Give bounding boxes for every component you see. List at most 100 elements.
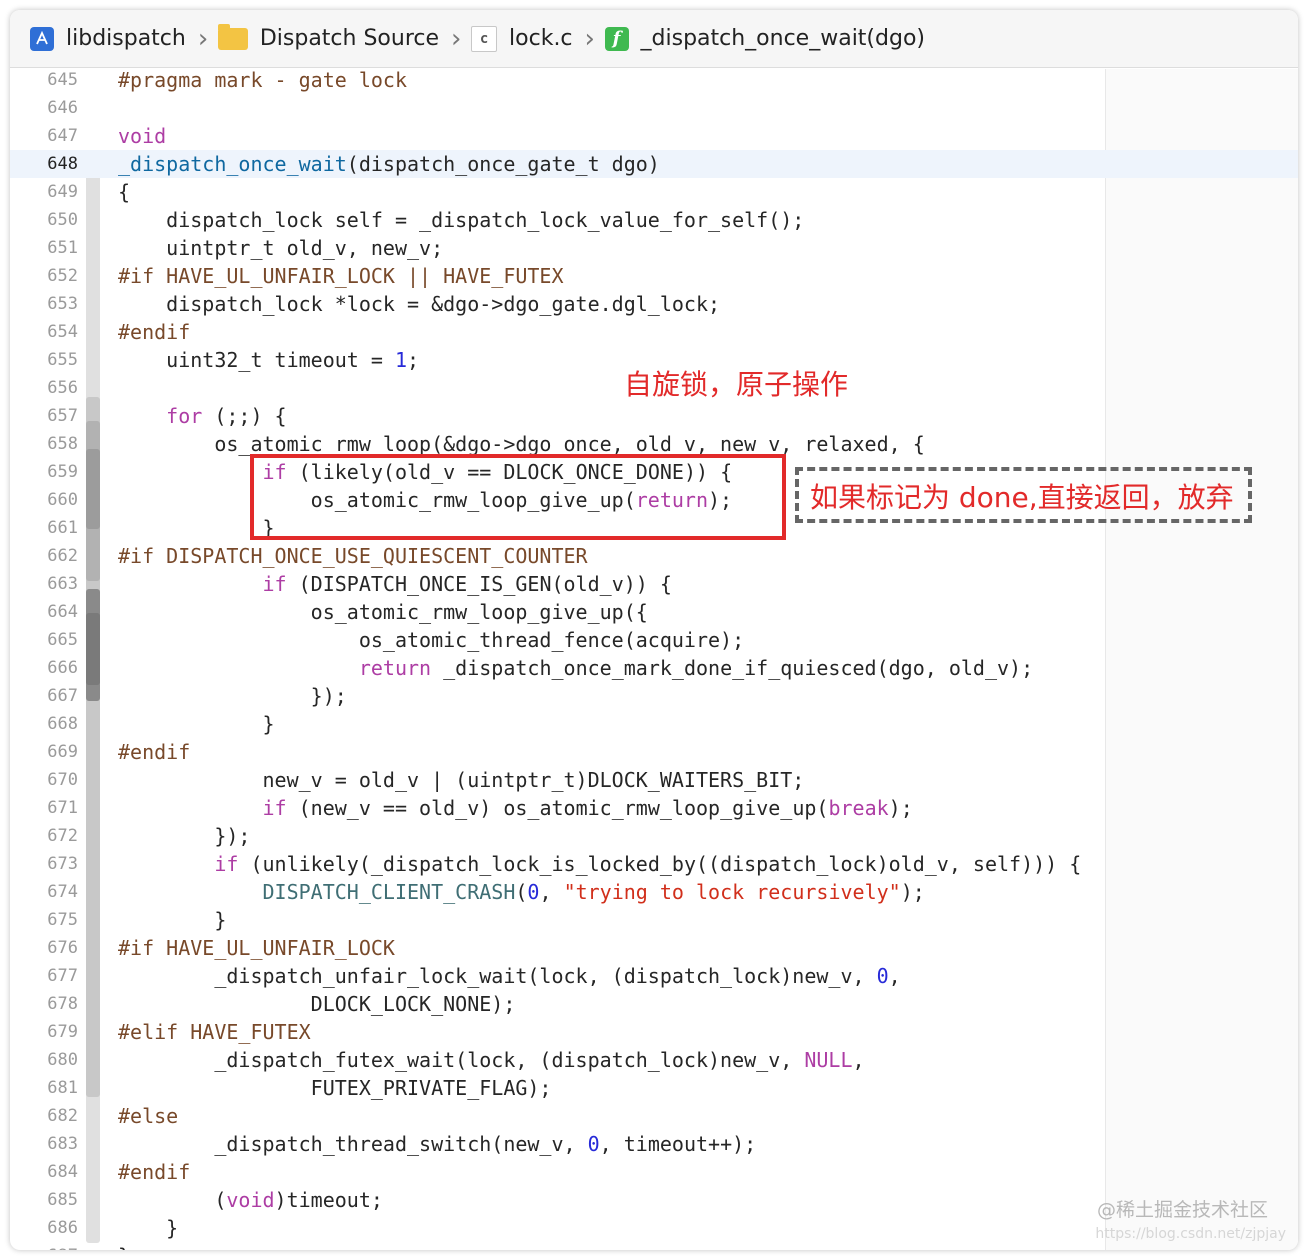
line-number: 668 — [47, 714, 78, 734]
code-line[interactable]: 664 os_atomic_rmw_loop_give_up({ — [10, 598, 1298, 626]
code-text: return _dispatch_once_mark_done_if_quies… — [358, 656, 1034, 680]
breadcrumb-item-1[interactable]: Dispatch Source — [217, 23, 440, 51]
code-line[interactable]: 654 #endif — [10, 318, 1298, 346]
code-text: new_v = old_v | (uintptr_t)DLOCK_WAITERS… — [118, 768, 805, 792]
code-line[interactable]: 673 if (unlikely(_dispatch_lock_is_locke… — [10, 850, 1298, 878]
breadcrumb-label: libdispatch — [66, 26, 186, 51]
code-line[interactable]: 670 new_v = old_v | (uintptr_t)DLOCK_WAI… — [10, 766, 1298, 794]
spinlock-annotation: 自旋锁，原子操作 — [624, 368, 849, 401]
code-line[interactable]: 678 DLOCK_LOCK_NONE); — [10, 990, 1298, 1018]
line-number: 654 — [47, 322, 78, 342]
jump-bar: libdispatch › Dispatch Source › c lock.c › f _di… — [10, 10, 1298, 68]
line-number: 650 — [47, 210, 78, 230]
code-text: os_atomic_rmw_loop_give_up({ — [118, 600, 648, 624]
code-line[interactable]: 666 return _dispatch_once_mark_done_if_q… — [10, 654, 1298, 682]
code-line[interactable]: 669 #endif — [10, 738, 1298, 766]
code-line[interactable]: 652 #if HAVE_UL_UNFAIR_LOCK || HAVE_FUTEX — [10, 262, 1298, 290]
code-text: _dispatch_thread_switch(new_v, 0, timeou… — [118, 1132, 757, 1156]
code-text: #endif — [118, 740, 191, 764]
code-line[interactable]: 672 }); — [10, 822, 1298, 850]
code-text: uint32_t timeout = 1; — [118, 348, 420, 372]
line-number: 661 — [47, 518, 78, 538]
code-text: #elif HAVE_FUTEX — [118, 1020, 311, 1044]
code-text: #if DISPATCH_ONCE_USE_QUIESCENT_COUNTER — [118, 544, 588, 568]
code-line[interactable]: 645 #pragma mark - gate lock — [10, 66, 1298, 94]
code-line[interactable]: 650 dispatch_lock self = _dispatch_lock_… — [10, 206, 1298, 234]
code-text: if (DISPATCH_ONCE_IS_GEN(old_v)) { — [262, 572, 672, 596]
code-text: #if HAVE_UL_UNFAIR_LOCK — [118, 936, 395, 960]
code-line[interactable]: 676 #if HAVE_UL_UNFAIR_LOCK — [10, 934, 1298, 962]
code-line[interactable]: 679 #elif HAVE_FUTEX — [10, 1018, 1298, 1046]
folder-icon — [217, 23, 248, 50]
code-line[interactable]: 667 }); — [10, 682, 1298, 710]
code-line[interactable]: 677 _dispatch_unfair_lock_wait(lock, (di… — [10, 962, 1298, 990]
code-line[interactable]: 684 #endif — [10, 1158, 1298, 1186]
line-number: 674 — [47, 882, 78, 902]
line-number: 663 — [47, 574, 78, 594]
chevron-right-icon: › — [584, 23, 595, 54]
line-number: 665 — [47, 630, 78, 650]
line-number: 673 — [47, 854, 78, 874]
watermark-url: https://blog.csdn.net/zjpjay — [1095, 1226, 1286, 1242]
line-number: 664 — [47, 602, 78, 622]
line-number: 683 — [47, 1134, 78, 1154]
code-line[interactable]: 680 _dispatch_futex_wait(lock, (dispatch… — [10, 1046, 1298, 1074]
code-line[interactable]: 662 #if DISPATCH_ONCE_USE_QUIESCENT_COUNT… — [10, 542, 1298, 570]
line-number: 671 — [47, 798, 78, 818]
code-line[interactable]: 646 — [10, 94, 1298, 122]
code-text: if (unlikely(_dispatch_lock_is_locked_by… — [214, 852, 1082, 876]
breadcrumb-item-3[interactable]: f _dispatch_once_wait(dgo) — [604, 26, 925, 51]
code-text: os_atomic_thread_fence(acquire); — [118, 628, 745, 652]
code-line[interactable]: 668 } — [10, 710, 1298, 738]
line-number: 648 — [47, 154, 78, 174]
code-line[interactable]: 665 os_atomic_thread_fence(acquire); — [10, 626, 1298, 654]
code-line[interactable]: 653 dispatch_lock *lock = &dgo->dgo_gate… — [10, 290, 1298, 318]
code-line[interactable]: 683 _dispatch_thread_switch(new_v, 0, ti… — [10, 1130, 1298, 1158]
done-check-highlight-box — [250, 454, 786, 540]
code-text: if (new_v == old_v) os_atomic_rmw_loop_g… — [262, 796, 913, 820]
code-text: uintptr_t old_v, new_v; — [118, 236, 444, 260]
line-number: 666 — [47, 658, 78, 678]
code-line[interactable]: 657 for (;;) { — [10, 402, 1298, 430]
line-number: 679 — [47, 1022, 78, 1042]
code-text: #endif — [118, 1160, 191, 1184]
code-line[interactable]: 663 if (DISPATCH_ONCE_IS_GEN(old_v)) { — [10, 570, 1298, 598]
code-line[interactable]: 649 { — [10, 178, 1298, 206]
code-text: _dispatch_unfair_lock_wait(lock, (dispat… — [118, 964, 901, 988]
line-number: 652 — [47, 266, 78, 286]
code-line[interactable]: 648 _dispatch_once_wait(dispatch_once_gat… — [10, 150, 1298, 178]
code-line[interactable]: 675 } — [10, 906, 1298, 934]
line-number: 659 — [47, 462, 78, 482]
code-text: dispatch_lock *lock = &dgo->dgo_gate.dgl… — [118, 292, 721, 316]
line-number: 669 — [47, 742, 78, 762]
breadcrumb-item-2[interactable]: c lock.c — [471, 25, 573, 52]
line-number: 675 — [47, 910, 78, 930]
code-line[interactable]: 674 DISPATCH_CLIENT_CRASH(0, "trying to … — [10, 878, 1298, 906]
done-annotation: 如果标记为 done,直接返回，放弃 — [810, 481, 1234, 514]
code-line[interactable]: 647 void — [10, 122, 1298, 150]
breadcrumb-item-0[interactable]: libdispatch — [30, 26, 186, 51]
code-line[interactable]: 681 FUTEX_PRIVATE_FLAG); — [10, 1074, 1298, 1102]
line-number: 656 — [47, 378, 78, 398]
code-line[interactable]: 651 uintptr_t old_v, new_v; — [10, 234, 1298, 262]
line-number: 676 — [47, 938, 78, 958]
breadcrumb-label: lock.c — [509, 26, 573, 51]
line-number: 658 — [47, 434, 78, 454]
code-text: }); — [118, 824, 251, 848]
code-text: #pragma mark - gate lock — [118, 68, 407, 92]
code-line[interactable]: 671 if (new_v == old_v) os_atomic_rmw_lo… — [10, 794, 1298, 822]
line-number: 651 — [47, 238, 78, 258]
code-line[interactable]: 687} — [10, 1242, 1298, 1250]
code-text: #endif — [118, 320, 191, 344]
code-line[interactable]: 682 #else — [10, 1102, 1298, 1130]
breadcrumb-label: Dispatch Source — [259, 26, 440, 51]
chevron-right-icon: › — [197, 23, 209, 54]
code-text: _dispatch_once_wait(dispatch_once_gate_t… — [118, 152, 660, 176]
line-number: 681 — [47, 1078, 78, 1098]
code-text: void — [118, 124, 167, 148]
line-number: 649 — [47, 182, 78, 202]
code-text: FUTEX_PRIVATE_FLAG); — [118, 1076, 552, 1100]
code-editor[interactable]: 645 #pragma mark - gate lock 646 647 void 648… — [10, 66, 1298, 1250]
line-number: 684 — [47, 1162, 78, 1182]
line-number: 678 — [47, 994, 78, 1014]
